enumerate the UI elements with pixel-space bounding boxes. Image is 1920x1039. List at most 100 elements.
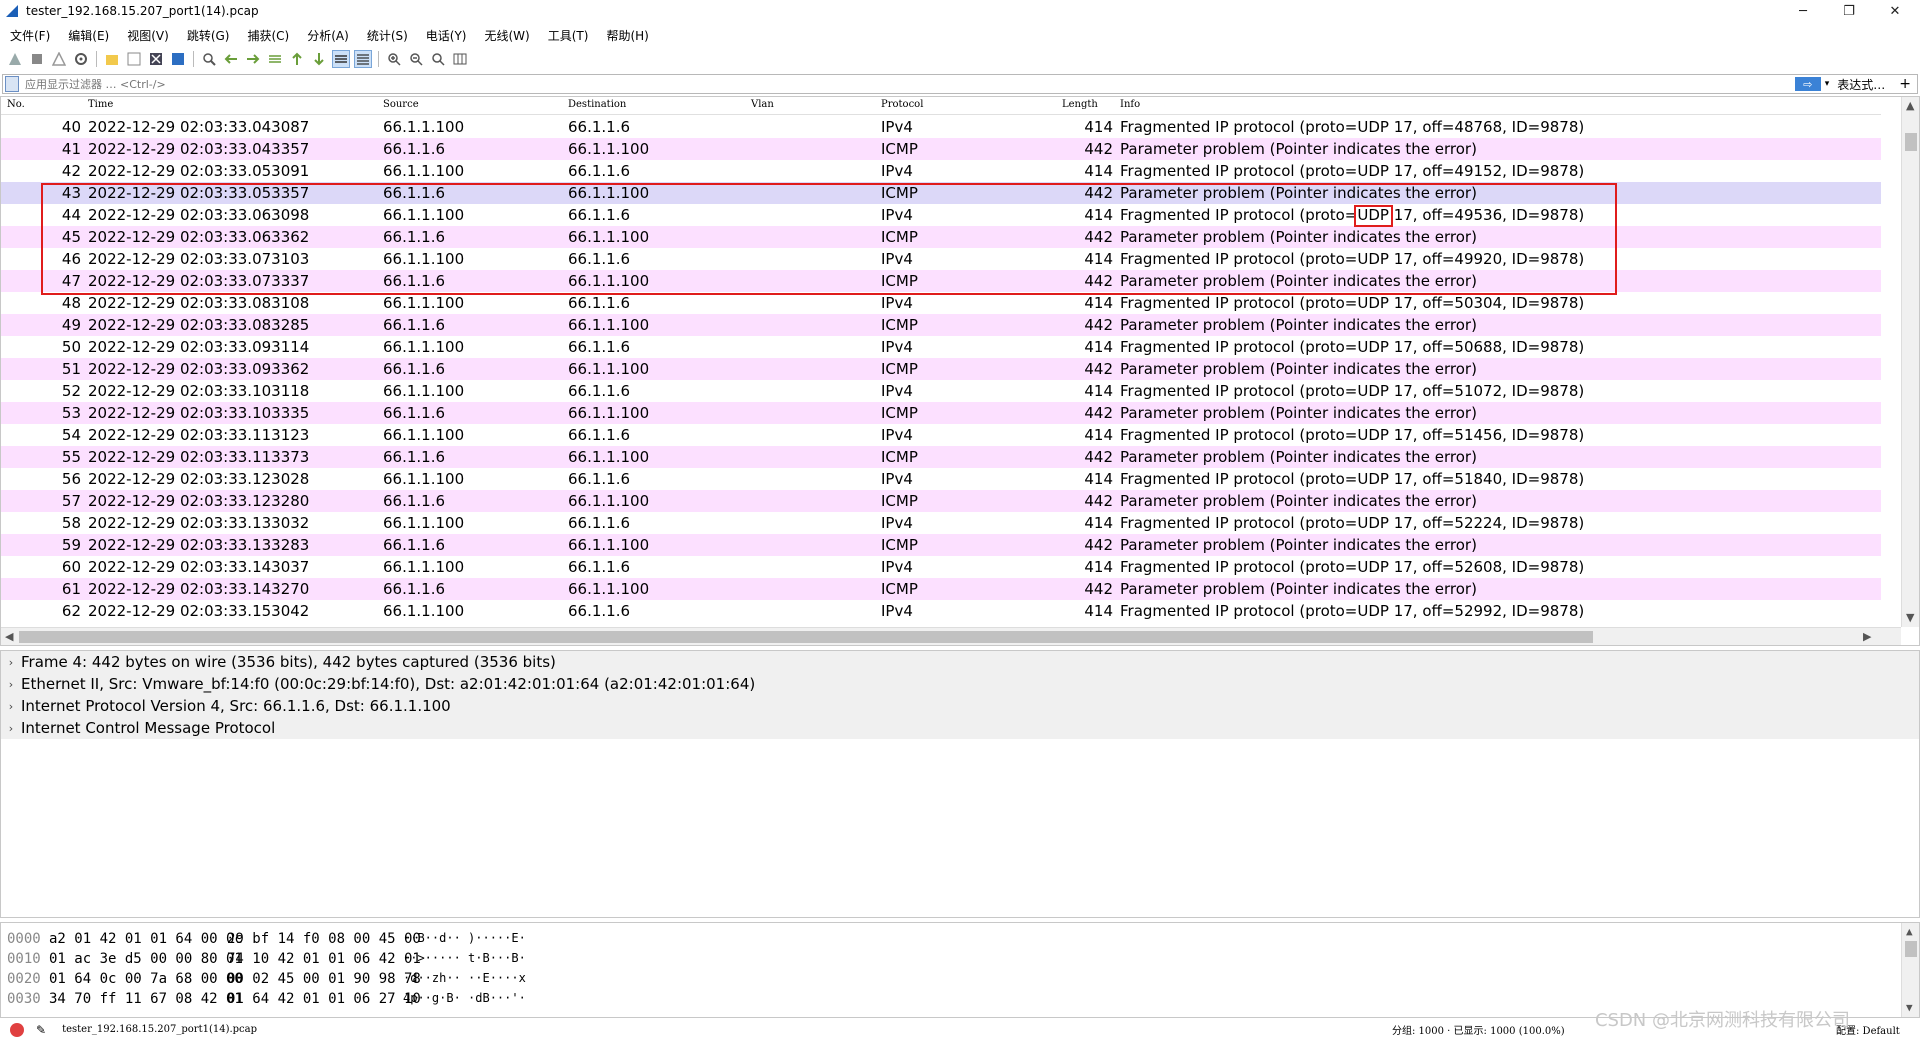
packet-list-horizontal-scrollbar[interactable]: ◀ ▶ xyxy=(1,627,1901,645)
scroll-left-icon[interactable]: ◀ xyxy=(5,630,13,643)
column-info[interactable]: Info xyxy=(1120,99,1140,110)
scroll-thumb[interactable] xyxy=(19,631,1593,643)
scroll-down-icon[interactable]: ▼ xyxy=(1906,1001,1913,1014)
expand-icon[interactable]: › xyxy=(1,678,21,691)
resize-columns-icon[interactable] xyxy=(451,50,469,68)
zoom-reset-icon[interactable] xyxy=(429,50,447,68)
capture-options-icon[interactable] xyxy=(72,50,90,68)
capture-comment-icon[interactable]: ✎ xyxy=(36,1023,46,1037)
menu-edit[interactable]: 编辑(E) xyxy=(66,25,111,46)
zoom-out-icon[interactable] xyxy=(407,50,425,68)
packet-row[interactable]: 57 2022-12-29 02:03:33.123280 66.1.1.6 66.1… xyxy=(1,490,1881,512)
go-to-packet-icon[interactable] xyxy=(266,50,284,68)
packet-row[interactable]: 42 2022-12-29 02:03:33.053091 66.1.1.100 66… xyxy=(1,160,1881,182)
stop-capture-icon[interactable] xyxy=(28,50,46,68)
packet-row[interactable]: 62 2022-12-29 02:03:33.153042 66.1.1.100 66… xyxy=(1,600,1881,622)
column-no[interactable]: No. xyxy=(7,99,25,110)
autoscroll-icon[interactable] xyxy=(332,50,350,68)
bytes-row[interactable]: 0020 01 64 0c 00 7a 68 00 00 00 02 45 00 0… xyxy=(1,969,1919,989)
reload-file-icon[interactable] xyxy=(169,50,187,68)
packet-row[interactable]: 41 2022-12-29 02:03:33.043357 66.1.1.6 66.1… xyxy=(1,138,1881,160)
minimize-button[interactable]: ─ xyxy=(1780,0,1826,22)
packet-list-vertical-scrollbar[interactable]: ▲ ▼ xyxy=(1901,97,1919,627)
menu-statistics[interactable]: 统计(S) xyxy=(365,25,410,46)
packet-row[interactable]: 51 2022-12-29 02:03:33.093362 66.1.1.6 66.1… xyxy=(1,358,1881,380)
column-time[interactable]: Time xyxy=(88,99,113,110)
column-length[interactable]: Length xyxy=(1062,99,1098,110)
toolbar-separator xyxy=(96,51,97,67)
restore-button[interactable]: ❐ xyxy=(1826,0,1872,22)
find-packet-icon[interactable] xyxy=(200,50,218,68)
packet-row[interactable]: 55 2022-12-29 02:03:33.113373 66.1.1.6 66.1… xyxy=(1,446,1881,468)
packet-length: 414 xyxy=(1084,470,1113,488)
packet-row[interactable]: 52 2022-12-29 02:03:33.103118 66.1.1.100 66… xyxy=(1,380,1881,402)
menu-file[interactable]: 文件(F) xyxy=(8,25,52,46)
expert-info-led-icon[interactable] xyxy=(10,1022,24,1037)
scroll-down-icon[interactable]: ▼ xyxy=(1906,611,1914,624)
display-filter-input[interactable] xyxy=(19,77,1795,91)
bytes-vertical-scrollbar[interactable]: ▲ ▼ xyxy=(1901,923,1919,1017)
packet-row[interactable]: 53 2022-12-29 02:03:33.103335 66.1.1.6 66.1… xyxy=(1,402,1881,424)
zoom-in-icon[interactable] xyxy=(385,50,403,68)
menu-go[interactable]: 跳转(G) xyxy=(185,25,232,46)
close-file-icon[interactable] xyxy=(147,50,165,68)
packet-row[interactable]: 61 2022-12-29 02:03:33.143270 66.1.1.6 66.1… xyxy=(1,578,1881,600)
expand-icon[interactable]: › xyxy=(1,700,21,713)
packet-row[interactable]: 58 2022-12-29 02:03:33.133032 66.1.1.100 66… xyxy=(1,512,1881,534)
go-back-icon[interactable] xyxy=(222,50,240,68)
menu-tools[interactable]: 工具(T) xyxy=(546,25,591,46)
menu-wireless[interactable]: 无线(W) xyxy=(483,25,532,46)
detail-row-ipv4[interactable]: › Internet Protocol Version 4, Src: 66.1.… xyxy=(1,695,1919,717)
bytes-ascii: ··>····· t·B···B· xyxy=(403,951,526,965)
scroll-up-icon[interactable]: ▲ xyxy=(1906,925,1913,938)
close-button[interactable]: ✕ xyxy=(1872,0,1918,22)
go-first-icon[interactable] xyxy=(288,50,306,68)
detail-row-frame[interactable]: › Frame 4: 442 bytes on wire (3536 bits),… xyxy=(1,651,1919,673)
filter-history-dropdown[interactable]: ▾ xyxy=(1825,79,1830,89)
column-protocol[interactable]: Protocol xyxy=(881,99,923,110)
expand-icon[interactable]: › xyxy=(1,722,21,735)
scroll-thumb[interactable] xyxy=(1905,941,1917,957)
packet-row[interactable]: 50 2022-12-29 02:03:33.093114 66.1.1.100 66… xyxy=(1,336,1881,358)
packet-row[interactable]: 56 2022-12-29 02:03:33.123028 66.1.1.100 66… xyxy=(1,468,1881,490)
save-file-icon[interactable] xyxy=(125,50,143,68)
scroll-thumb[interactable] xyxy=(1905,133,1917,151)
open-file-icon[interactable] xyxy=(103,50,121,68)
column-vlan[interactable]: Vlan xyxy=(751,99,774,110)
menu-capture[interactable]: 捕获(C) xyxy=(245,25,291,46)
go-last-icon[interactable] xyxy=(310,50,328,68)
column-destination[interactable]: Destination xyxy=(568,99,626,110)
menu-view[interactable]: 视图(V) xyxy=(125,25,171,46)
filter-bookmark-icon[interactable] xyxy=(5,76,19,92)
scroll-right-icon[interactable]: ▶ xyxy=(1863,630,1871,643)
expand-icon[interactable]: › xyxy=(1,656,21,669)
menu-analyze[interactable]: 分析(A) xyxy=(305,25,351,46)
packet-row[interactable]: 59 2022-12-29 02:03:33.133283 66.1.1.6 66.1… xyxy=(1,534,1881,556)
column-source[interactable]: Source xyxy=(383,99,419,110)
menu-telephony[interactable]: 电话(Y) xyxy=(424,25,469,46)
colorize-icon[interactable] xyxy=(354,50,372,68)
detail-row-icmp[interactable]: › Internet Control Message Protocol xyxy=(1,717,1919,739)
packet-row[interactable]: 54 2022-12-29 02:03:33.113123 66.1.1.100 66… xyxy=(1,424,1881,446)
go-forward-icon[interactable] xyxy=(244,50,262,68)
bytes-row[interactable]: 0010 01 ac 3e d5 00 00 80 01 74 10 42 01 0… xyxy=(1,949,1919,969)
bytes-row[interactable]: 0000 a2 01 42 01 01 64 00 0c 29 bf 14 f0 0… xyxy=(1,929,1919,949)
apply-filter-button[interactable]: ⇨ xyxy=(1794,77,1821,91)
main-toolbar xyxy=(0,48,1920,70)
start-capture-icon[interactable] xyxy=(6,50,24,68)
packet-row[interactable]: 60 2022-12-29 02:03:33.143037 66.1.1.100 66… xyxy=(1,556,1881,578)
filter-expression-button[interactable]: 表达式… xyxy=(1837,76,1885,93)
packet-row[interactable]: 49 2022-12-29 02:03:33.083285 66.1.1.6 66.1… xyxy=(1,314,1881,336)
packet-length: 414 xyxy=(1084,162,1113,180)
restart-capture-icon[interactable] xyxy=(50,50,68,68)
packet-length: 414 xyxy=(1084,382,1113,400)
menu-help[interactable]: 帮助(H) xyxy=(604,25,650,46)
add-filter-button[interactable]: + xyxy=(1899,76,1911,92)
packet-row[interactable]: 40 2022-12-29 02:03:33.043087 66.1.1.100 66… xyxy=(1,116,1881,138)
packet-info: Parameter problem (Pointer indicates the… xyxy=(1120,536,1477,554)
detail-row-ethernet[interactable]: › Ethernet II, Src: Vmware_bf:14:f0 (00:0… xyxy=(1,673,1919,695)
packet-row[interactable]: 48 2022-12-29 02:03:33.083108 66.1.1.100 66… xyxy=(1,292,1881,314)
status-packet-count: 分组: 1000 · 已显示: 1000 (100.0%) xyxy=(1392,1026,1565,1037)
scroll-up-icon[interactable]: ▲ xyxy=(1906,99,1914,112)
packet-length: 442 xyxy=(1084,404,1113,422)
